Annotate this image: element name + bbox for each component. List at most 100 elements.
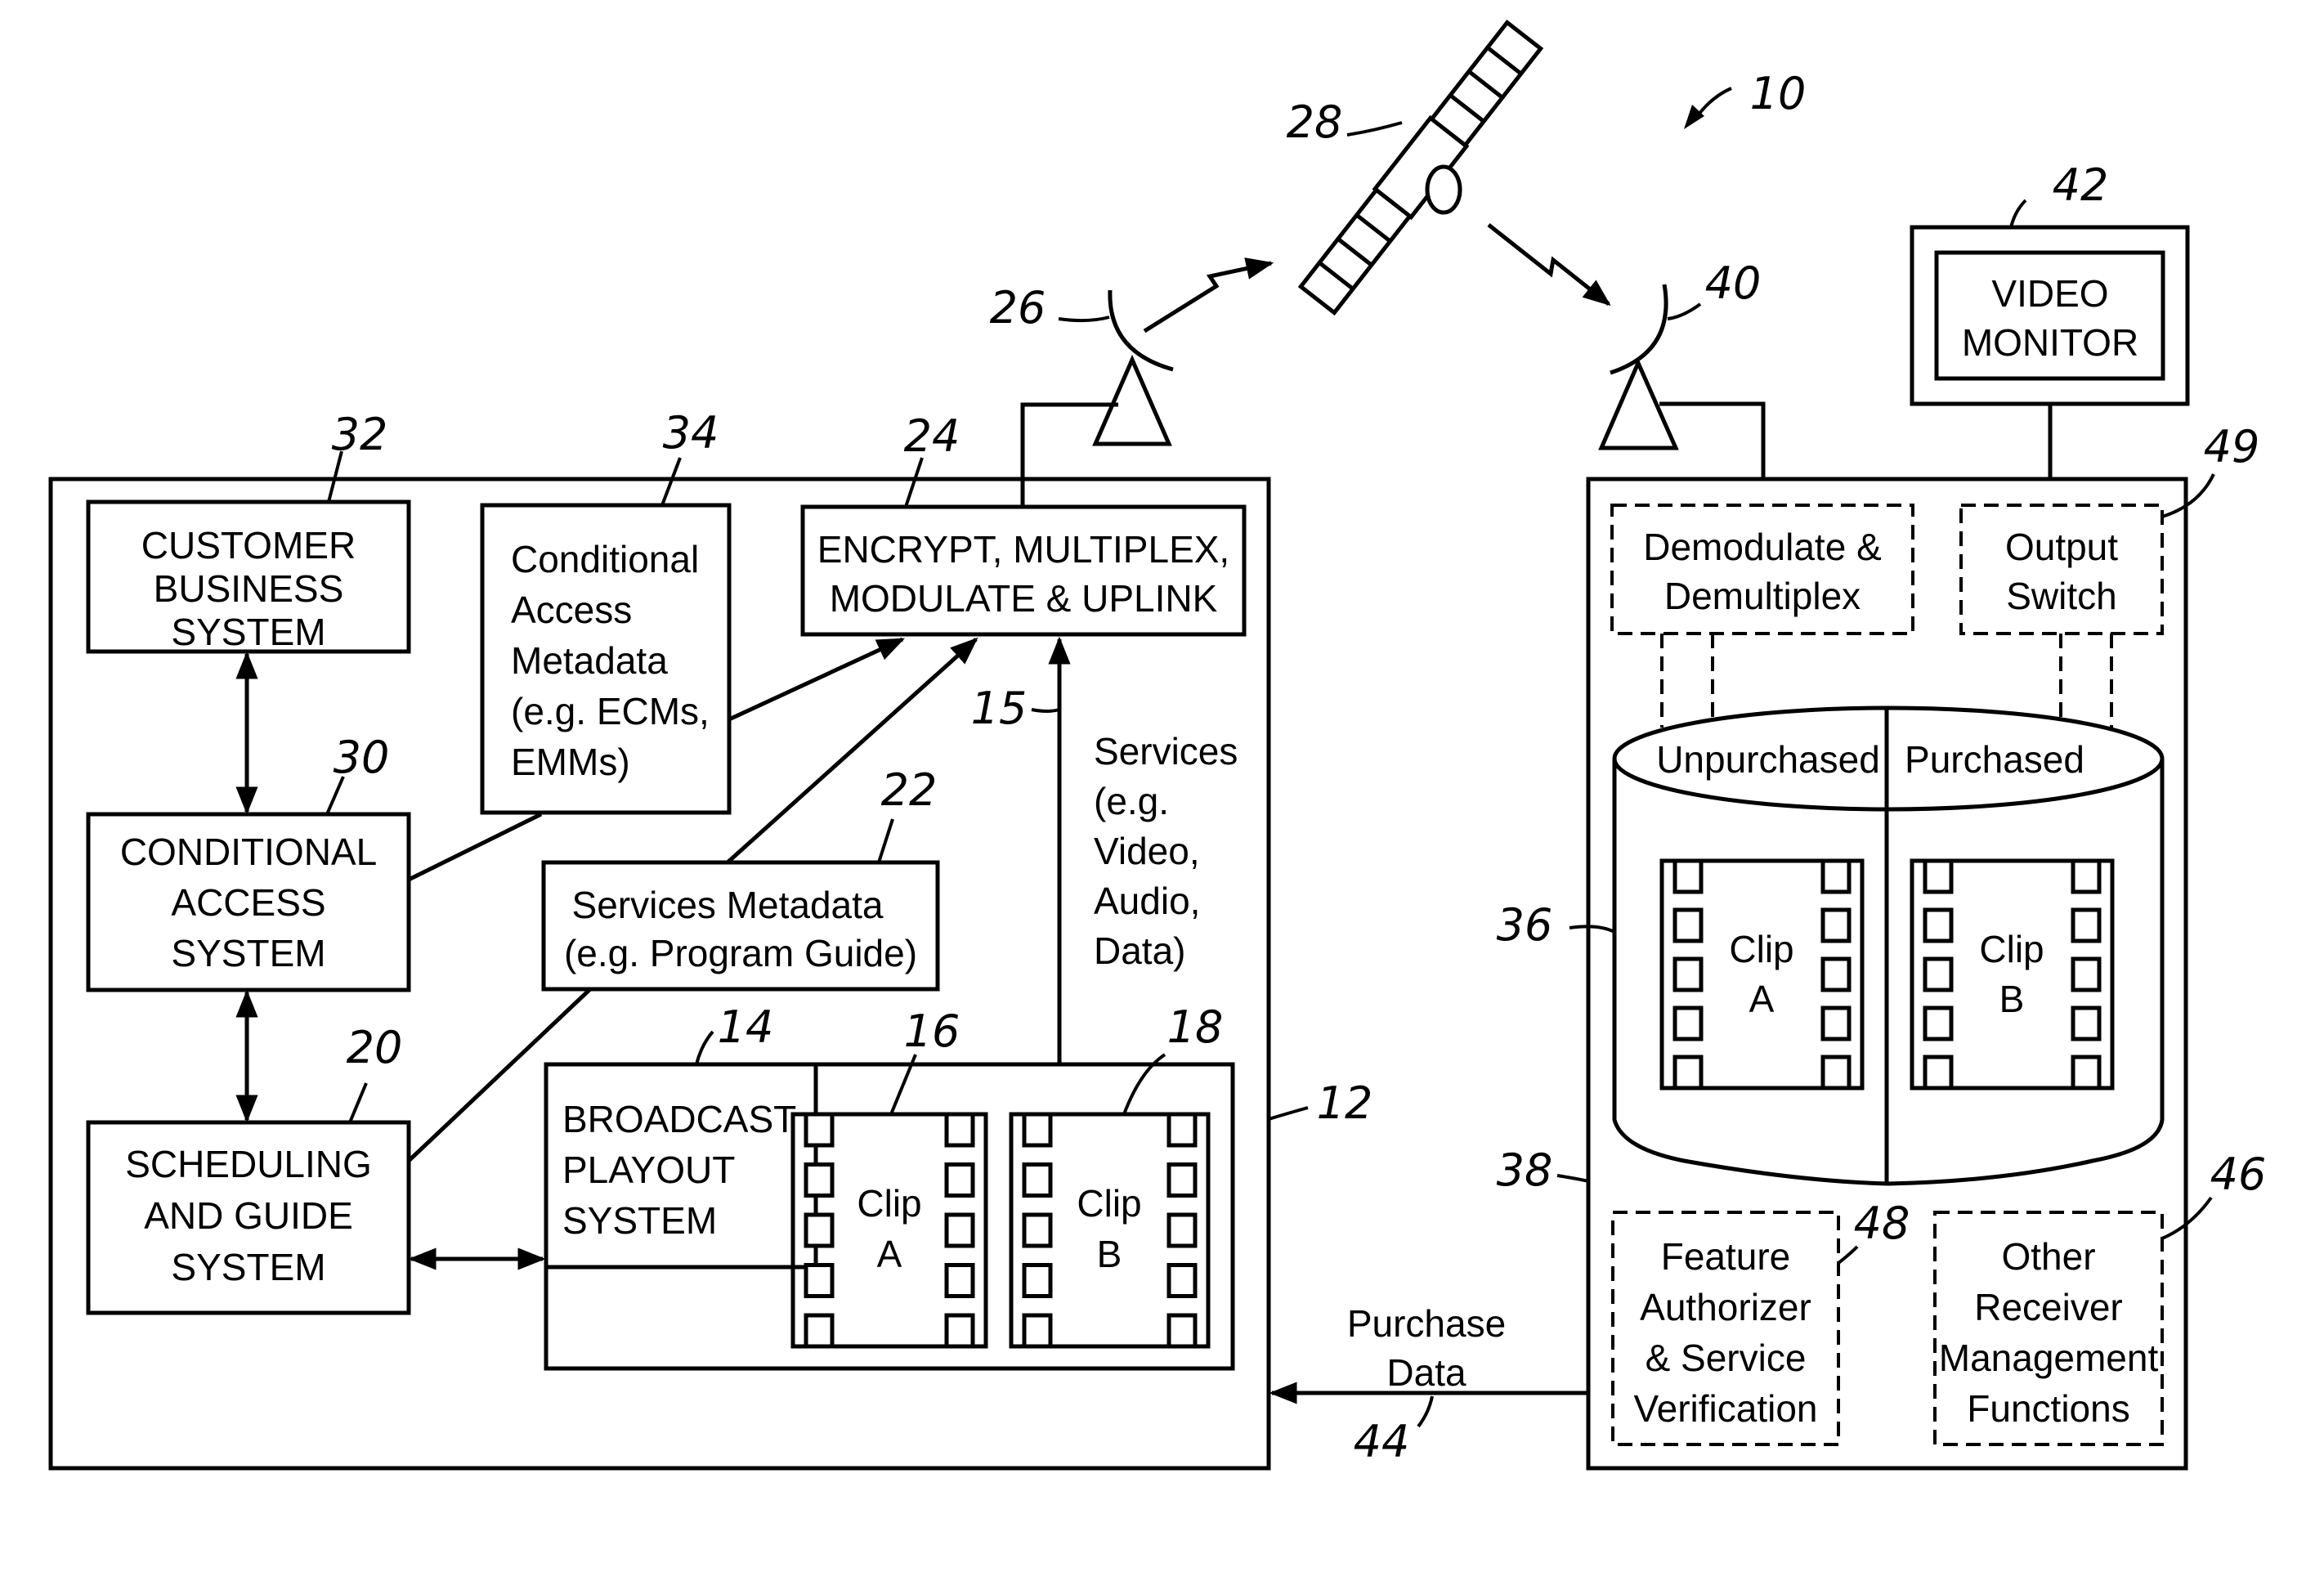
other-mgmt-line2: Receiver xyxy=(1974,1286,2123,1328)
ref-44: 44 xyxy=(1354,1416,1410,1467)
purchase-data-line2: Data xyxy=(1386,1351,1466,1394)
broadcast-line1: BROADCAST xyxy=(562,1098,796,1140)
ref-38: 38 xyxy=(1497,1144,1553,1196)
sprocket-hole xyxy=(1022,1162,1053,1198)
feature-auth-line4: Verification xyxy=(1633,1387,1817,1430)
feature-auth-line1: Feature xyxy=(1661,1235,1791,1278)
ref-34: 34 xyxy=(663,407,719,459)
headend-clip-a-line1: Clip xyxy=(857,1182,921,1225)
services-metadata-box[interactable]: Services Metadata (e.g. Program Guide) xyxy=(541,860,940,992)
broadcast-system-diagram: 10 12 CUSTOMER BUSINESS SYSTEM 32 Condit… xyxy=(48,19,2267,1471)
sprocket-hole xyxy=(1923,858,1954,894)
other-mgmt-line3: Management xyxy=(1939,1337,2159,1379)
encrypt-line2: MODULATE & UPLINK xyxy=(830,577,1218,620)
sprocket-hole xyxy=(1166,1212,1198,1248)
purchase-data-line1: Purchase xyxy=(1347,1302,1506,1345)
leader-38 xyxy=(1556,1174,1589,1183)
sprocket-hole xyxy=(804,1313,835,1349)
sprocket-hole xyxy=(2071,907,2102,943)
sprocket-hole xyxy=(1672,1055,1704,1091)
sprocket-hole xyxy=(1022,1112,1053,1148)
ca-metadata-line4: (e.g. ECMs, xyxy=(511,690,710,732)
services-label-line5: Data) xyxy=(1094,929,1185,972)
services-metadata-line1: Services Metadata xyxy=(572,884,884,926)
customer-business-line3: SYSTEM xyxy=(171,611,325,653)
services-label-line3: Video, xyxy=(1094,830,1200,872)
sprocket-hole xyxy=(1820,1005,1852,1041)
services-metadata-line2: (e.g. Program Guide) xyxy=(564,932,917,974)
leader-42 xyxy=(2009,199,2027,228)
headend-clip-a-line2: A xyxy=(877,1233,902,1275)
sprocket-hole xyxy=(944,1212,975,1248)
sprocket-hole xyxy=(1820,1055,1852,1091)
sprocket-hole xyxy=(1820,907,1852,943)
demod-line2: Demultiplex xyxy=(1664,575,1861,617)
conditional-access-system[interactable]: CONDITIONAL ACCESS SYSTEM xyxy=(86,812,411,992)
encrypt-multiplex-box[interactable]: ENCRYPT, MULTIPLEX, MODULATE & UPLINK xyxy=(800,504,1247,637)
leader-44 xyxy=(1417,1395,1434,1428)
scheduling-line2: AND GUIDE xyxy=(144,1194,353,1237)
customer-business-line2: BUSINESS xyxy=(154,567,344,610)
scheduling-guide-system[interactable]: SCHEDULING AND GUIDE SYSTEM xyxy=(86,1120,411,1315)
ref-46: 46 xyxy=(2210,1149,2267,1200)
sprocket-hole xyxy=(1022,1212,1053,1248)
ca-system-line3: SYSTEM xyxy=(171,932,325,974)
sprocket-hole xyxy=(1166,1313,1198,1349)
downlink-signal-arrow xyxy=(1487,223,1611,307)
ref-32: 32 xyxy=(332,409,388,460)
video-monitor[interactable]: VIDEO MONITOR xyxy=(1910,225,2190,406)
receiver-clip-a-line2: A xyxy=(1749,978,1775,1020)
ref-24: 24 xyxy=(904,410,960,462)
ref-49: 49 xyxy=(2204,421,2260,472)
services-label-line1: Services xyxy=(1094,730,1238,773)
receiver-clip-a-line1: Clip xyxy=(1729,928,1793,970)
ca-system-line1: CONDITIONAL xyxy=(120,831,377,873)
sprocket-hole xyxy=(1820,956,1852,992)
video-monitor-line2: MONITOR xyxy=(1962,321,2138,364)
sprocket-hole xyxy=(944,1313,975,1349)
ref-30: 30 xyxy=(334,732,390,783)
ref-15: 15 xyxy=(971,683,1028,734)
headend-clip-b-line2: B xyxy=(1097,1233,1122,1275)
ca-metadata-line3: Metadata xyxy=(511,639,668,682)
sprocket-hole xyxy=(804,1112,835,1148)
services-label-line2: (e.g. xyxy=(1094,780,1169,822)
ref-48: 48 xyxy=(1854,1198,1910,1249)
sprocket-hole xyxy=(1672,956,1704,992)
ca-metadata-box[interactable]: Conditional Access Metadata (e.g. ECMs, … xyxy=(480,503,732,815)
feature-auth-line3: & Service xyxy=(1646,1337,1807,1379)
system-ref: 10 xyxy=(1684,68,1806,129)
customer-business-line1: CUSTOMER xyxy=(141,524,356,567)
output-switch-line2: Switch xyxy=(2006,575,2116,617)
scheduling-line3: SYSTEM xyxy=(171,1246,325,1288)
sprocket-hole xyxy=(804,1162,835,1198)
purchased-label: Purchased xyxy=(1905,738,2084,781)
encrypt-line1: ENCRYPT, MULTIPLEX, xyxy=(817,528,1229,571)
sprocket-hole xyxy=(804,1263,835,1298)
other-mgmt-line1: Other xyxy=(2001,1235,2095,1278)
customer-business-system[interactable]: CUSTOMER BUSINESS SYSTEM xyxy=(86,499,411,654)
sprocket-hole xyxy=(1166,1263,1198,1298)
ref-42: 42 xyxy=(2053,159,2109,211)
sprocket-hole xyxy=(944,1263,975,1298)
services-label-line4: Audio, xyxy=(1094,880,1200,922)
sprocket-hole xyxy=(1923,907,1954,943)
uplink-signal-arrow xyxy=(1143,258,1274,334)
uplink-antenna: 26 xyxy=(990,282,1174,507)
ref-22: 22 xyxy=(881,764,938,816)
ca-system-line2: ACCESS xyxy=(171,881,325,924)
headend-ref: 12 xyxy=(1268,1077,1372,1129)
ref-18: 18 xyxy=(1167,1001,1224,1053)
sprocket-hole xyxy=(1672,1005,1704,1041)
ca-metadata-line1: Conditional xyxy=(511,538,699,580)
sprocket-hole xyxy=(1672,907,1704,943)
sprocket-hole xyxy=(1923,1055,1954,1091)
ref-26: 26 xyxy=(990,282,1046,334)
ref-14: 14 xyxy=(718,1001,774,1053)
ref-40: 40 xyxy=(1705,258,1762,309)
broadcast-line2: PLAYOUT xyxy=(562,1149,735,1191)
sprocket-hole xyxy=(1166,1112,1198,1148)
sprocket-hole xyxy=(944,1162,975,1198)
sprocket-hole xyxy=(1672,858,1704,894)
headend-clip-b-line1: Clip xyxy=(1077,1182,1141,1225)
